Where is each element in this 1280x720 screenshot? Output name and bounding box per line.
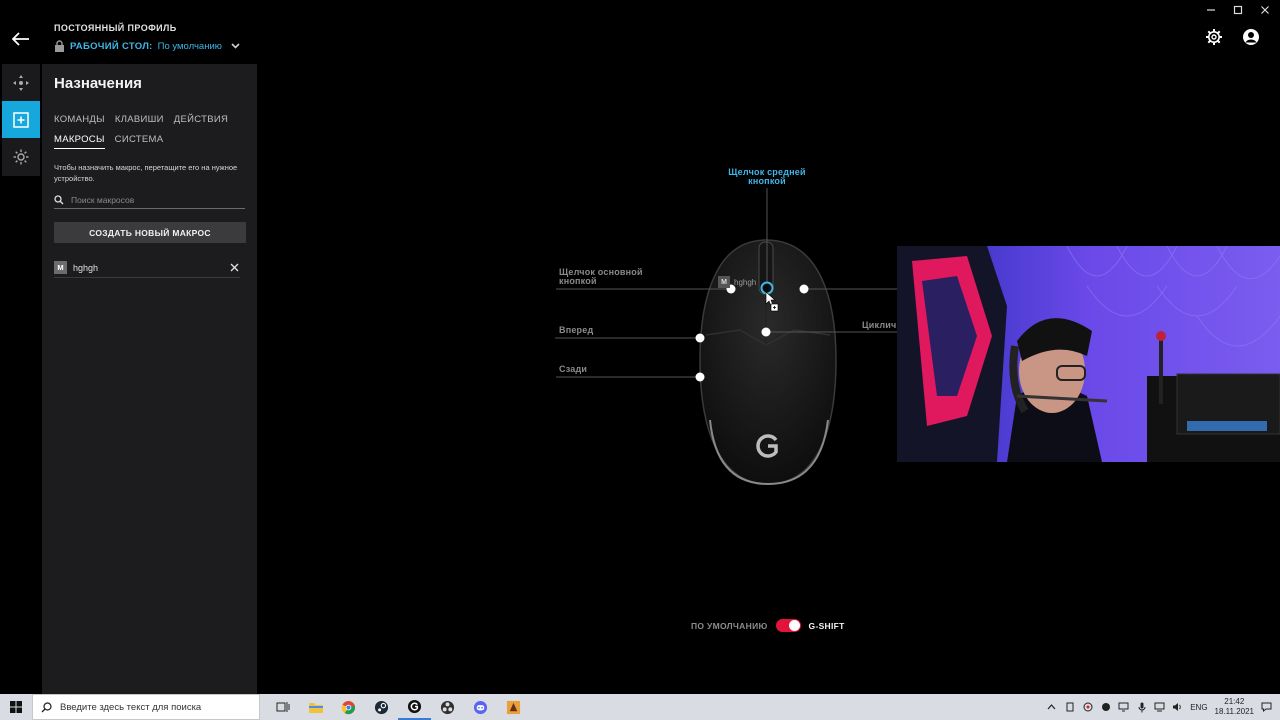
label-primary-click[interactable]: Щелчок основной кнопкой: [559, 268, 659, 286]
top-actions: [1204, 27, 1260, 46]
top-bar: ПОСТОЯННЫЙ ПРОФИЛЬ РАБОЧИЙ СТОЛ: По умол…: [0, 0, 1280, 62]
macro-hint: Чтобы назначить макрос, перетащите его н…: [54, 163, 238, 183]
chevron-up-icon[interactable]: [1046, 702, 1057, 713]
network-icon[interactable]: [1154, 702, 1165, 713]
webcam-overlay: [897, 246, 1280, 462]
webcam-image: [897, 246, 1280, 462]
system-tray: ENG 21:42 18.11.2021: [1046, 694, 1272, 720]
profile-caption: ПОСТОЯННЫЙ ПРОФИЛЬ: [54, 23, 177, 33]
game-app-icon[interactable]: [497, 694, 530, 720]
plus-square-icon: [13, 111, 29, 128]
gshift-toggle-row: ПО УМОЛЧАНИЮ G-SHIFT: [691, 619, 845, 632]
profile-selector[interactable]: РАБОЧИЙ СТОЛ: По умолчанию: [54, 40, 240, 52]
usb-icon[interactable]: [1064, 702, 1075, 713]
rail-lighting-button[interactable]: [2, 138, 40, 175]
macro-name: hghgh: [73, 262, 99, 273]
g-hub-tray-icon[interactable]: [1082, 702, 1093, 713]
chrome-icon[interactable]: [332, 694, 365, 720]
label-middle-click[interactable]: Щелчок средней кнопкой: [722, 168, 812, 186]
button-points: [695, 284, 809, 382]
assigned-macro-tag: M hghgh: [718, 276, 756, 288]
rail-assignments-button[interactable]: [2, 101, 40, 138]
lock-icon: [54, 40, 65, 52]
volume-icon[interactable]: [1172, 702, 1183, 713]
gshift-label[interactable]: G-SHIFT: [809, 621, 845, 631]
task-view-icon[interactable]: [266, 694, 299, 720]
taskbar-search[interactable]: Введите здесь текст для поиска: [32, 694, 260, 720]
move-arrows-icon: [13, 74, 29, 91]
steam-tray-icon[interactable]: [1100, 702, 1111, 713]
clock-date: 18.11.2021: [1214, 707, 1254, 716]
secondary-click-point: [799, 284, 809, 294]
macro-badge: M: [54, 261, 67, 274]
label-back[interactable]: Сзади: [559, 365, 587, 374]
microphone-icon[interactable]: [1136, 702, 1147, 713]
file-explorer-icon[interactable]: [299, 694, 332, 720]
search-icon: [41, 701, 52, 712]
notifications-icon[interactable]: [1261, 702, 1272, 713]
windows-taskbar: Введите здесь текст для поиска ENG 21:42…: [0, 694, 1280, 720]
switch-knob: [788, 620, 800, 631]
discord-icon[interactable]: [464, 694, 497, 720]
window-controls: [1204, 3, 1272, 17]
language-indicator[interactable]: ENG: [1190, 703, 1207, 712]
create-macro-button[interactable]: СОЗДАТЬ НОВЫЙ МАКРОС: [54, 222, 246, 243]
minimize-button[interactable]: [1204, 3, 1218, 17]
label-forward[interactable]: Вперед: [559, 326, 593, 335]
back-point: [695, 372, 705, 382]
rail-move-button[interactable]: [2, 64, 40, 101]
windows-logo-icon: [10, 701, 22, 713]
middle-click-point: [760, 281, 774, 295]
assignments-panel: Назначения КОМАНДЫ КЛАВИШИ ДЕЙСТВИЯ МАКР…: [42, 64, 257, 694]
default-mode-label[interactable]: ПО УМОЛЧАНИЮ: [691, 621, 768, 631]
macro-search-input[interactable]: [71, 195, 241, 205]
cycle-point: [761, 327, 771, 337]
tab-actions[interactable]: ДЕЙСТВИЯ: [174, 114, 228, 128]
forward-point: [695, 333, 705, 343]
account-button[interactable]: [1241, 27, 1260, 46]
start-button[interactable]: [0, 694, 32, 720]
tab-commands[interactable]: КОМАНДЫ: [54, 114, 105, 128]
monitor-icon[interactable]: [1118, 702, 1129, 713]
primary-click-point: [726, 284, 736, 294]
assigned-macro-badge: M: [718, 276, 730, 288]
user-icon: [1242, 28, 1259, 45]
gear-icon: [1205, 28, 1222, 45]
tabs-row-2: МАКРОСЫ СИСТЕМА: [54, 134, 163, 149]
label-cycle[interactable]: Циклич: [862, 321, 896, 330]
sun-icon: [13, 149, 29, 164]
tab-macros[interactable]: МАКРОСЫ: [54, 134, 105, 149]
close-button[interactable]: [1258, 3, 1272, 17]
maximize-button[interactable]: [1231, 3, 1245, 17]
left-rail: [2, 64, 40, 176]
steam-icon[interactable]: [365, 694, 398, 720]
macro-list-item[interactable]: M hghgh: [54, 258, 240, 278]
search-icon: [54, 195, 64, 205]
taskbar-apps: [266, 694, 530, 720]
tab-keys[interactable]: КЛАВИШИ: [115, 114, 164, 128]
tab-system[interactable]: СИСТЕМА: [115, 134, 164, 149]
obs-icon[interactable]: [431, 694, 464, 720]
logitech-g-hub-icon[interactable]: [398, 694, 431, 720]
tabs-row-1: КОМАНДЫ КЛАВИШИ ДЕЙСТВИЯ: [54, 114, 228, 128]
chevron-down-icon: [231, 43, 240, 49]
back-button[interactable]: [8, 28, 34, 50]
close-icon: [230, 263, 238, 272]
remove-macro-button[interactable]: [228, 262, 240, 274]
settings-button[interactable]: [1204, 27, 1223, 46]
macro-search: [54, 192, 245, 209]
back-arrow-icon: [12, 32, 29, 46]
profile-value: По умолчанию: [157, 40, 222, 52]
gshift-switch[interactable]: [775, 619, 801, 632]
panel-title: Назначения: [54, 75, 142, 92]
profile-kind: РАБОЧИЙ СТОЛ:: [70, 40, 153, 52]
clock-time: 21:42: [1224, 697, 1245, 706]
cursor-icon: [765, 291, 776, 307]
assigned-macro-name: hghgh: [734, 277, 757, 287]
clock[interactable]: 21:42 18.11.2021: [1215, 697, 1254, 717]
taskbar-search-placeholder: Введите здесь текст для поиска: [60, 701, 202, 713]
